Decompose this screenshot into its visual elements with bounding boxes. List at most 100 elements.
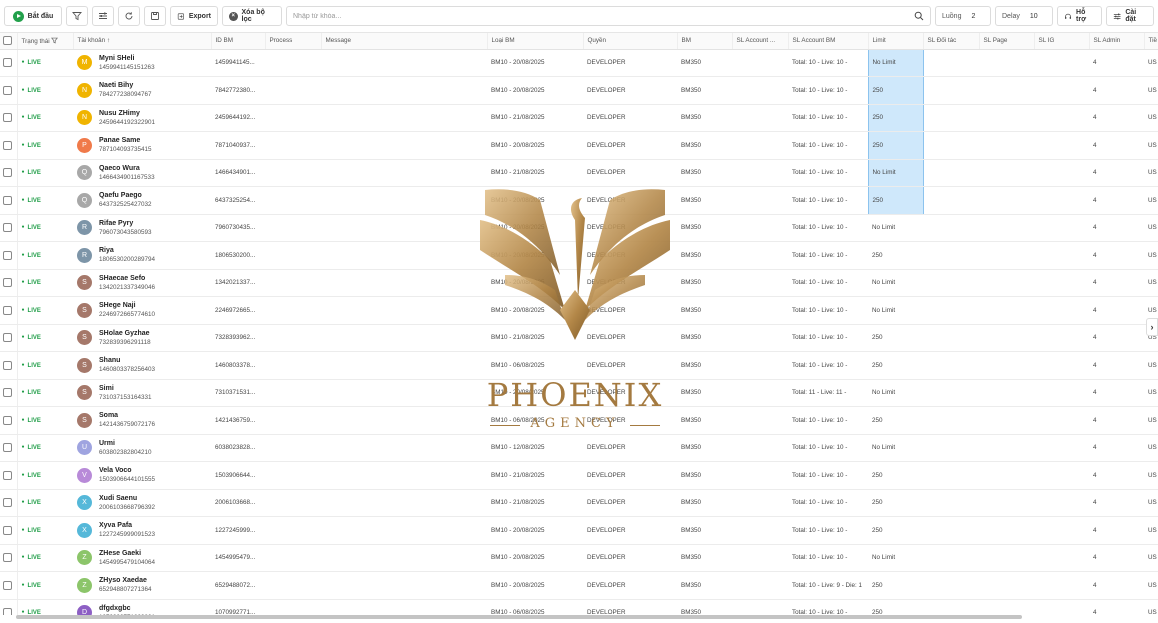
search-input[interactable] bbox=[293, 12, 861, 20]
table-row[interactable]: LIVENNusu ZHimy2459644192322901245964419… bbox=[0, 104, 1158, 132]
column-header-process[interactable]: Process bbox=[265, 33, 322, 50]
checkbox[interactable] bbox=[3, 415, 12, 425]
column-header-sl-page[interactable]: SL Page bbox=[979, 33, 1035, 50]
row-checkbox-cell[interactable] bbox=[0, 324, 18, 352]
save-button[interactable] bbox=[144, 6, 166, 26]
row-checkbox-cell[interactable] bbox=[0, 159, 18, 187]
account-cell[interactable]: S Simi 731037153164331 bbox=[73, 379, 211, 407]
account-cell[interactable]: N Nusu ZHimy 2459644192322901 bbox=[73, 104, 211, 132]
limit-cell[interactable]: 250 bbox=[868, 461, 923, 490]
table-row[interactable]: LIVEPPanae Same7871040937354157871040937… bbox=[0, 131, 1158, 160]
column-header-bm-type[interactable]: Loại BM bbox=[487, 33, 584, 50]
filter-icon[interactable] bbox=[51, 37, 59, 44]
table-row[interactable]: LIVESSHaecae Sefo13420213373490461342021… bbox=[0, 269, 1158, 297]
table-row[interactable]: LIVENNaeti Bihy7842772380947677842772380… bbox=[0, 76, 1158, 105]
limit-cell[interactable]: 250 bbox=[867, 186, 924, 215]
account-cell[interactable]: R Rifae Pyry 796073043580593 bbox=[73, 214, 211, 242]
account-cell[interactable]: S SHege Naji 2246972665774610 bbox=[73, 296, 211, 325]
row-checkbox-cell[interactable] bbox=[0, 76, 18, 105]
checkbox[interactable] bbox=[3, 113, 12, 123]
checkbox[interactable] bbox=[3, 525, 12, 535]
account-cell[interactable]: S Soma 1421436759072176 bbox=[73, 406, 211, 435]
column-header-sl-admin[interactable]: SL Admin bbox=[1089, 33, 1145, 50]
row-checkbox-cell[interactable] bbox=[0, 434, 18, 462]
start-button[interactable]: Bắt đầu bbox=[4, 6, 62, 26]
table-row[interactable]: LIVESSHolae Gyzhae7328393962911187328393… bbox=[0, 324, 1158, 352]
table-row[interactable]: LIVE S Shanu1460803378256403 1460803378... B… bbox=[0, 351, 1158, 380]
checkbox[interactable] bbox=[3, 140, 12, 150]
limit-cell[interactable]: No Limit bbox=[868, 296, 923, 325]
row-checkbox-cell[interactable] bbox=[0, 296, 18, 325]
settings-button[interactable]: Cài đặt bbox=[1106, 6, 1154, 26]
row-checkbox-cell[interactable] bbox=[0, 186, 18, 215]
column-header-sl-account[interactable]: SL Account ... bbox=[732, 33, 789, 50]
limit-cell[interactable]: 250 bbox=[868, 516, 923, 545]
checkbox[interactable] bbox=[3, 85, 12, 95]
column-header-message[interactable]: Message bbox=[321, 33, 488, 50]
column-header-bm[interactable]: BM bbox=[677, 33, 733, 50]
column-header-bm-id[interactable]: ID BM bbox=[211, 33, 266, 50]
clear-filter-button[interactable]: × Xóa bộ lọc bbox=[222, 6, 282, 26]
account-cell[interactable]: S SHaecae Sefo 1342021337349046 bbox=[73, 269, 211, 297]
checkbox[interactable] bbox=[3, 360, 12, 370]
checkbox[interactable] bbox=[3, 278, 12, 288]
column-header-role[interactable]: Quyền bbox=[583, 33, 678, 50]
table-row[interactable]: LIVE S Simi731037153164331 7310371531... BM1… bbox=[0, 379, 1158, 407]
table-row[interactable]: LIVERRifae Pyry7960730435805937960730435… bbox=[0, 214, 1158, 242]
row-checkbox-cell[interactable] bbox=[0, 49, 18, 77]
account-cell[interactable]: Z ZHese Gaeki 1454995479104064 bbox=[73, 544, 211, 572]
row-checkbox-cell[interactable] bbox=[0, 214, 18, 242]
account-cell[interactable]: V Vela Voco 1503906644101555 bbox=[73, 461, 211, 490]
export-button[interactable]: Export bbox=[170, 6, 218, 26]
select-all-checkbox[interactable] bbox=[0, 33, 18, 50]
row-checkbox-cell[interactable] bbox=[0, 461, 18, 490]
delay-field[interactable]: Delay 10 bbox=[995, 6, 1053, 26]
horizontal-scrollbar[interactable] bbox=[16, 615, 1022, 619]
table-row[interactable]: LIVEQQaefu Paego643732525427032643732525… bbox=[0, 186, 1158, 215]
limit-cell[interactable]: 250 bbox=[868, 489, 923, 517]
table-row[interactable]: LIVEQQaeco Wura1466434901167533146643490… bbox=[0, 159, 1158, 187]
table-row[interactable]: LIVEZZHese Gaeki145499547910406414549954… bbox=[0, 544, 1158, 572]
row-checkbox-cell[interactable] bbox=[0, 406, 18, 435]
refresh-button[interactable] bbox=[118, 6, 140, 26]
limit-cell[interactable]: No Limit bbox=[867, 49, 924, 77]
checkbox[interactable] bbox=[3, 580, 12, 590]
row-checkbox-cell[interactable] bbox=[0, 241, 18, 270]
search-icon[interactable] bbox=[914, 11, 924, 21]
checkbox[interactable] bbox=[3, 333, 12, 343]
row-checkbox-cell[interactable] bbox=[0, 516, 18, 545]
account-cell[interactable]: Q Qaeco Wura 1466434901167533 bbox=[73, 159, 211, 187]
table-row[interactable]: LIVE S Soma1421436759072176 1421436759... BM… bbox=[0, 406, 1158, 435]
limit-cell[interactable]: No Limit bbox=[868, 269, 923, 297]
row-checkbox-cell[interactable] bbox=[0, 269, 18, 297]
table-row[interactable]: LIVE Ddfgdxgbc1070992771829801 1070992771.… bbox=[0, 599, 1158, 615]
support-button[interactable]: Hỗ trợ bbox=[1057, 6, 1102, 26]
columns-button[interactable] bbox=[92, 6, 114, 26]
account-cell[interactable]: Ddfgdxgbc1070992771829801 bbox=[73, 599, 211, 615]
column-header-currency[interactable]: Tiề bbox=[1144, 33, 1158, 50]
checkbox[interactable] bbox=[3, 195, 12, 205]
checkbox[interactable] bbox=[3, 608, 12, 615]
checkbox[interactable] bbox=[3, 168, 12, 178]
limit-cell[interactable]: No Limit bbox=[868, 214, 923, 242]
table-row[interactable]: LIVEZZHyso Xaedae65294880727136465294880… bbox=[0, 571, 1158, 600]
table-row[interactable]: LIVEVVela Voco15039066441015551503906644… bbox=[0, 461, 1158, 490]
column-header-sl-ig[interactable]: SL IG bbox=[1034, 33, 1090, 50]
column-header-account[interactable]: Tài khoản ↑ bbox=[73, 33, 212, 50]
account-cell[interactable]: P Panae Same 787104093735415 bbox=[73, 131, 211, 160]
account-cell[interactable]: U Urmi 603802382804210 bbox=[73, 434, 211, 462]
limit-cell[interactable]: 250 bbox=[868, 571, 923, 600]
checkbox[interactable] bbox=[3, 223, 12, 233]
checkbox[interactable] bbox=[3, 553, 12, 563]
account-cell[interactable]: Q Qaefu Paego 643732525427032 bbox=[73, 186, 211, 215]
account-cell[interactable]: Z ZHyso Xaedae 652948807271364 bbox=[73, 571, 211, 600]
column-header-limit[interactable]: Limit bbox=[868, 33, 924, 50]
table-row[interactable]: LIVE R Riya1806530200289794 1806530200... BM… bbox=[0, 241, 1158, 270]
table-row[interactable]: LIVESSHege Naji2246972665774610224697266… bbox=[0, 296, 1158, 325]
account-cell[interactable]: X Xudi Saenu 2006103668796392 bbox=[73, 489, 211, 517]
checkbox[interactable] bbox=[3, 36, 12, 46]
row-checkbox-cell[interactable] bbox=[0, 379, 18, 407]
table-row[interactable]: LIVEMMyni SHeli1459941145151263145994114… bbox=[0, 49, 1158, 77]
row-checkbox-cell[interactable] bbox=[0, 544, 18, 572]
column-header-status[interactable]: Trạng thái bbox=[17, 33, 74, 50]
